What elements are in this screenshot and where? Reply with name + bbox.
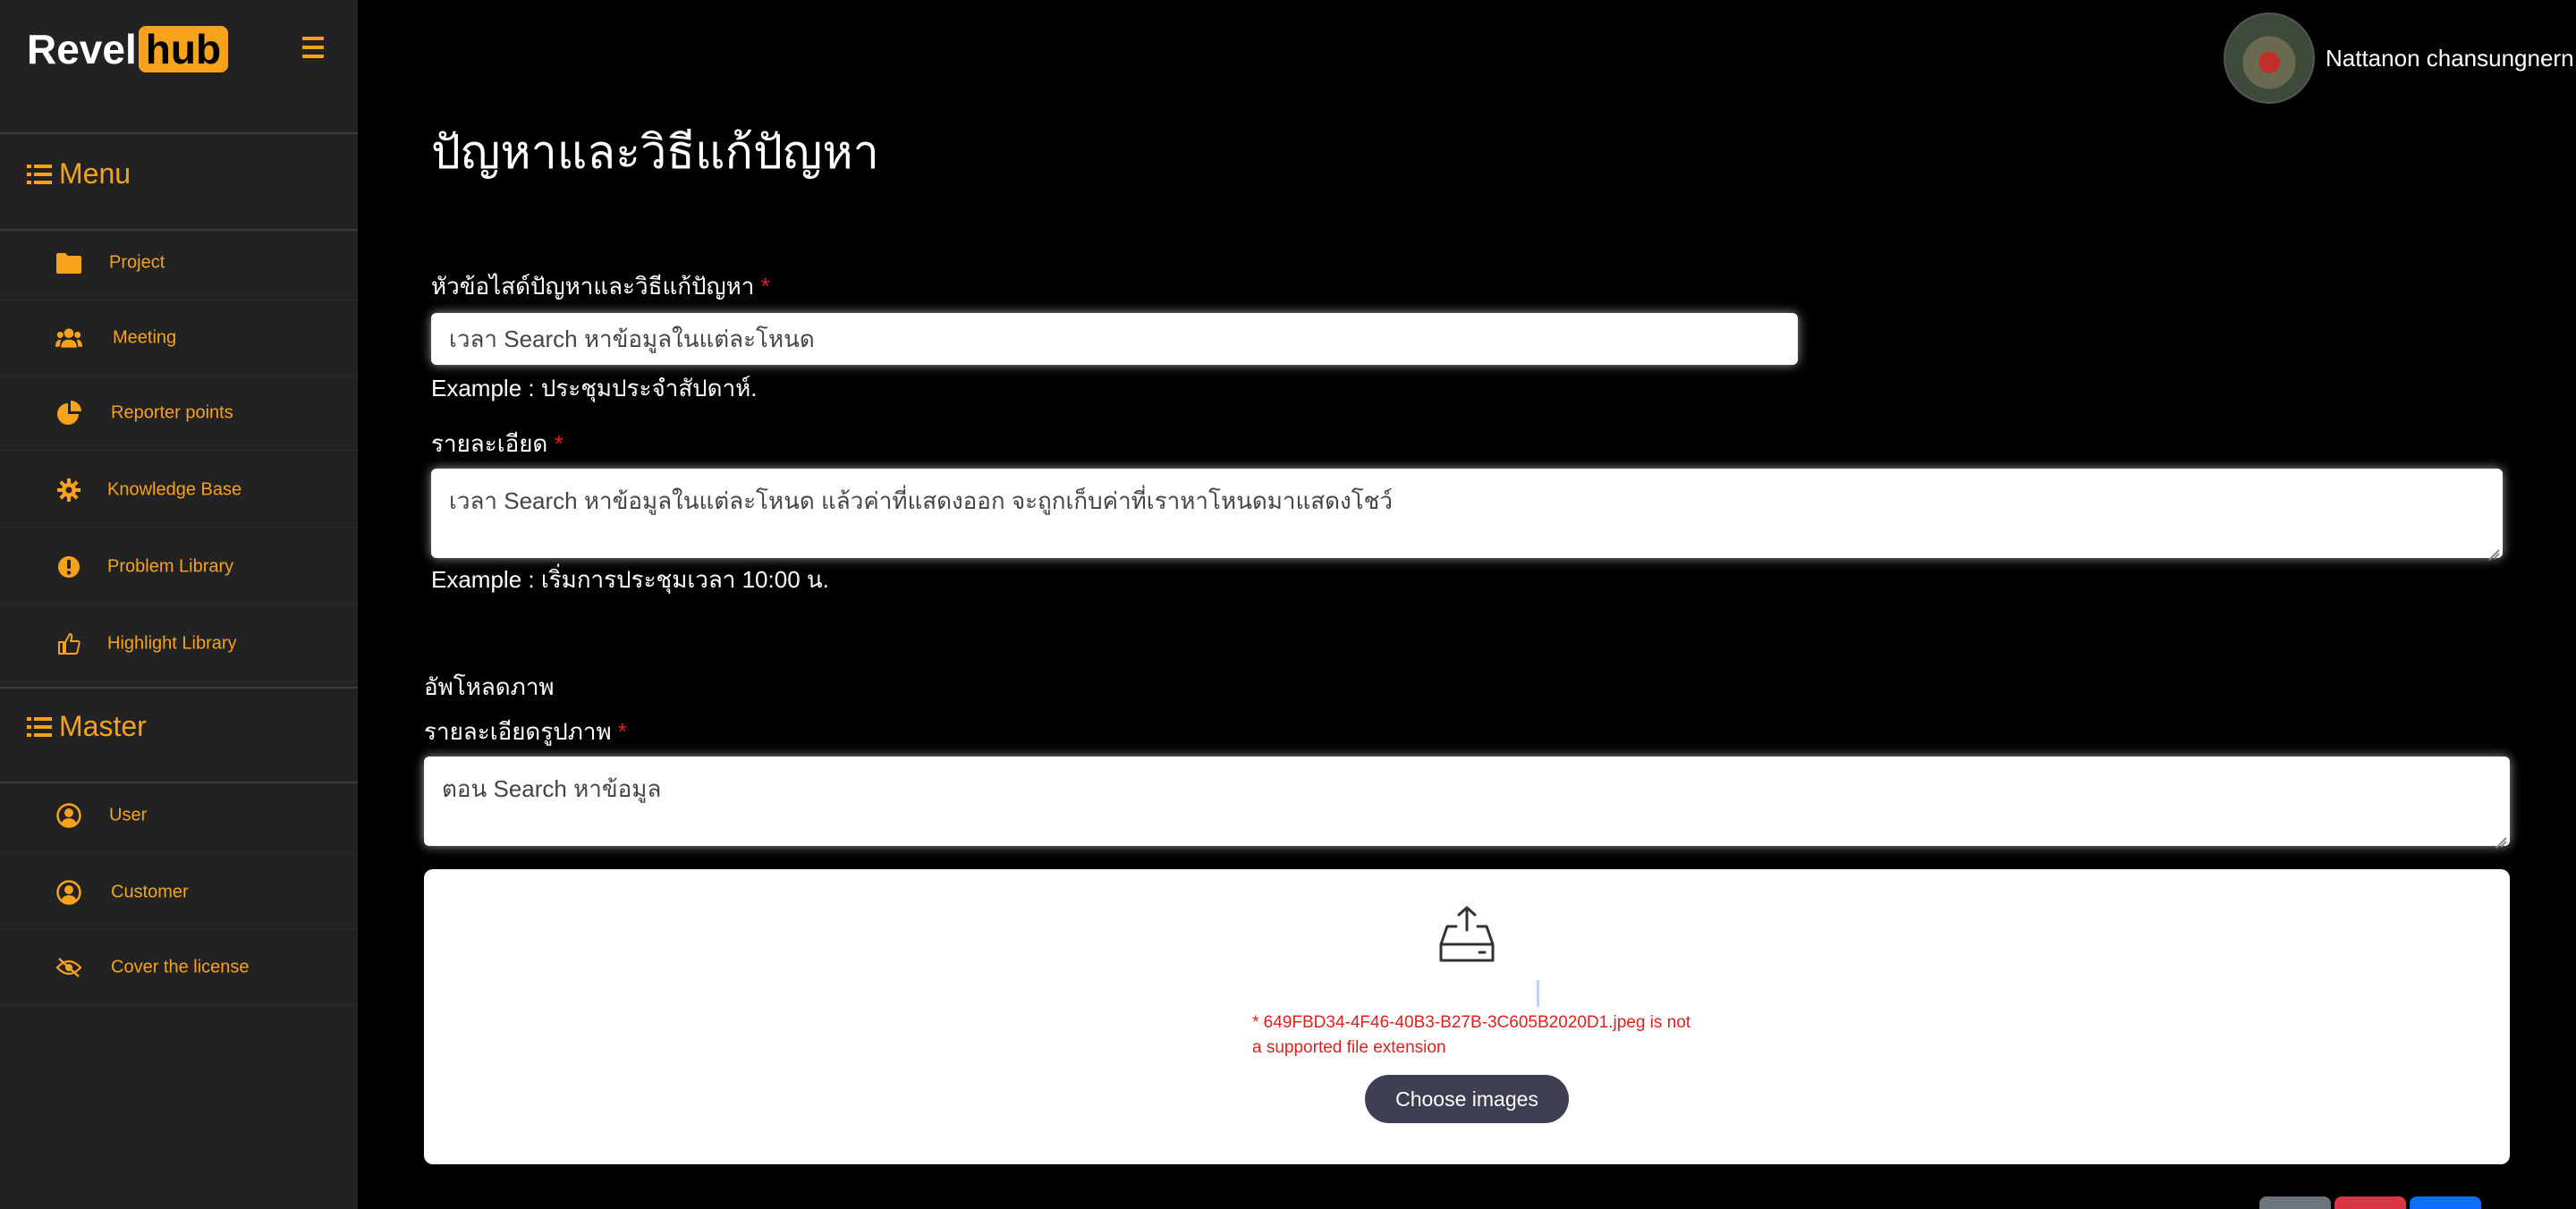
sidebar-item-problem-library[interactable]: Problem Library [0,529,358,604]
sidebar-item-label: Highlight Library [107,633,237,653]
detail-label-text: รายละเอียด [431,430,548,457]
image-detail-textarea-value: ตอน Search หาข้อมูล [442,775,662,802]
cancel-button[interactable] [2334,1196,2406,1209]
required-mark: * [760,273,770,300]
sidebar-item-reporter-points[interactable]: Reporter points [0,376,358,451]
sidebar-item-project[interactable]: Project [0,225,358,300]
save-button[interactable] [2410,1196,2481,1209]
master-section-label: Master [59,710,147,742]
topic-label: หัวข้อไสด์ปัญหาและวิธีแก้ปัญหา * [431,268,770,305]
topic-label-text: หัวข้อไสด์ปัญหาและวิธีแก้ปัญหา [431,273,755,300]
brand-logo-text-2: hub [138,26,229,72]
detail-textarea-value: เวลา Search หาข้อมูลในแต่ละโหนด แล้วค่าท… [449,487,1393,514]
image-detail-textarea[interactable]: ตอน Search หาข้อมูล [424,757,2510,850]
detail-example: Example : เริ่มการประชุมเวลา 10:00 น. [431,566,829,593]
brand-logo-text-1: Revel [27,26,137,72]
sidebar-item-label: User [109,805,148,824]
sidebar-item-user[interactable]: User [0,778,358,853]
detail-textarea[interactable]: เวลา Search หาข้อมูลในแต่ละโหนด แล้วค่าท… [431,469,2503,562]
choose-images-button[interactable]: Choose images [1365,1075,1569,1123]
back-button[interactable] [2259,1196,2331,1209]
list-icon [27,163,52,186]
sidebar-item-label: Project [109,252,165,272]
sidebar-item-meeting[interactable]: Meeting [0,300,358,376]
image-detail-label: รายละเอียดรูปภาพ * [424,714,627,750]
required-mark: * [617,718,628,745]
required-mark: * [554,430,564,457]
thumbs-up-icon [55,630,82,657]
sidebar: Revel hub Menu Project Meeting Reporter … [0,0,358,1209]
user-circle-icon [55,879,82,906]
user-circle-icon [55,802,82,829]
page-title: ปัญหาและวิธีแก้ปัญหา [431,127,879,179]
list-icon [27,715,52,739]
topic-input[interactable]: เวลา Search หาข้อมูลในแต่ละโหนด [431,313,1798,365]
resize-grip-icon[interactable] [2487,542,2500,562]
menu-section-header: Menu [27,157,131,190]
sidebar-item-cover-the-license[interactable]: Cover the license [0,930,358,1005]
user-name: Nattanon chansungnern [2326,44,2574,72]
menu-section-label: Menu [59,157,131,190]
sidebar-item-highlight-library[interactable]: Highlight Library [0,606,358,681]
sidebar-item-label: Reporter points [111,402,233,422]
upload-header: อัพโหลดภาพ [424,673,555,700]
exclamation-circle-icon [55,554,82,580]
eye-slash-icon [55,954,82,981]
detail-label: รายละเอียด * [431,426,564,462]
topic-example: Example : ประชุมประจำสัปดาห์. [431,375,758,402]
avatar[interactable] [2224,13,2315,104]
sidebar-item-label: Cover the license [111,957,250,976]
sidebar-item-label: Customer [111,882,189,901]
user-profile[interactable]: Nattanon chansungnern [2224,13,2574,104]
sidebar-item-label: Knowledge Base [107,479,242,499]
sidebar-divider [0,687,358,689]
folder-icon [55,249,82,276]
hamburger-menu-icon[interactable] [297,32,329,63]
sidebar-item-knowledge-base[interactable]: Knowledge Base [0,452,358,528]
users-icon [55,325,82,351]
sidebar-divider [0,132,358,134]
pie-chart-icon [55,400,82,427]
sidebar-item-label: Problem Library [107,556,234,576]
upload-tray-icon [1438,905,1496,968]
resize-grip-icon[interactable] [2494,830,2507,850]
topic-input-value: เวลา Search หาข้อมูลในแต่ละโหนด [449,325,815,352]
text-cursor [1537,980,1539,1007]
brand-logo[interactable]: Revel hub [27,25,229,73]
gear-icon [55,477,82,503]
sidebar-item-customer[interactable]: Customer [0,855,358,930]
upload-error-message: * 649FBD34-4F46-40B3-B27B-3C605B2020D1.j… [1252,1013,1691,1057]
sidebar-item-label: Meeting [113,327,177,347]
master-section-header: Master [27,710,147,743]
image-detail-label-text: รายละเอียดรูปภาพ [424,718,612,745]
